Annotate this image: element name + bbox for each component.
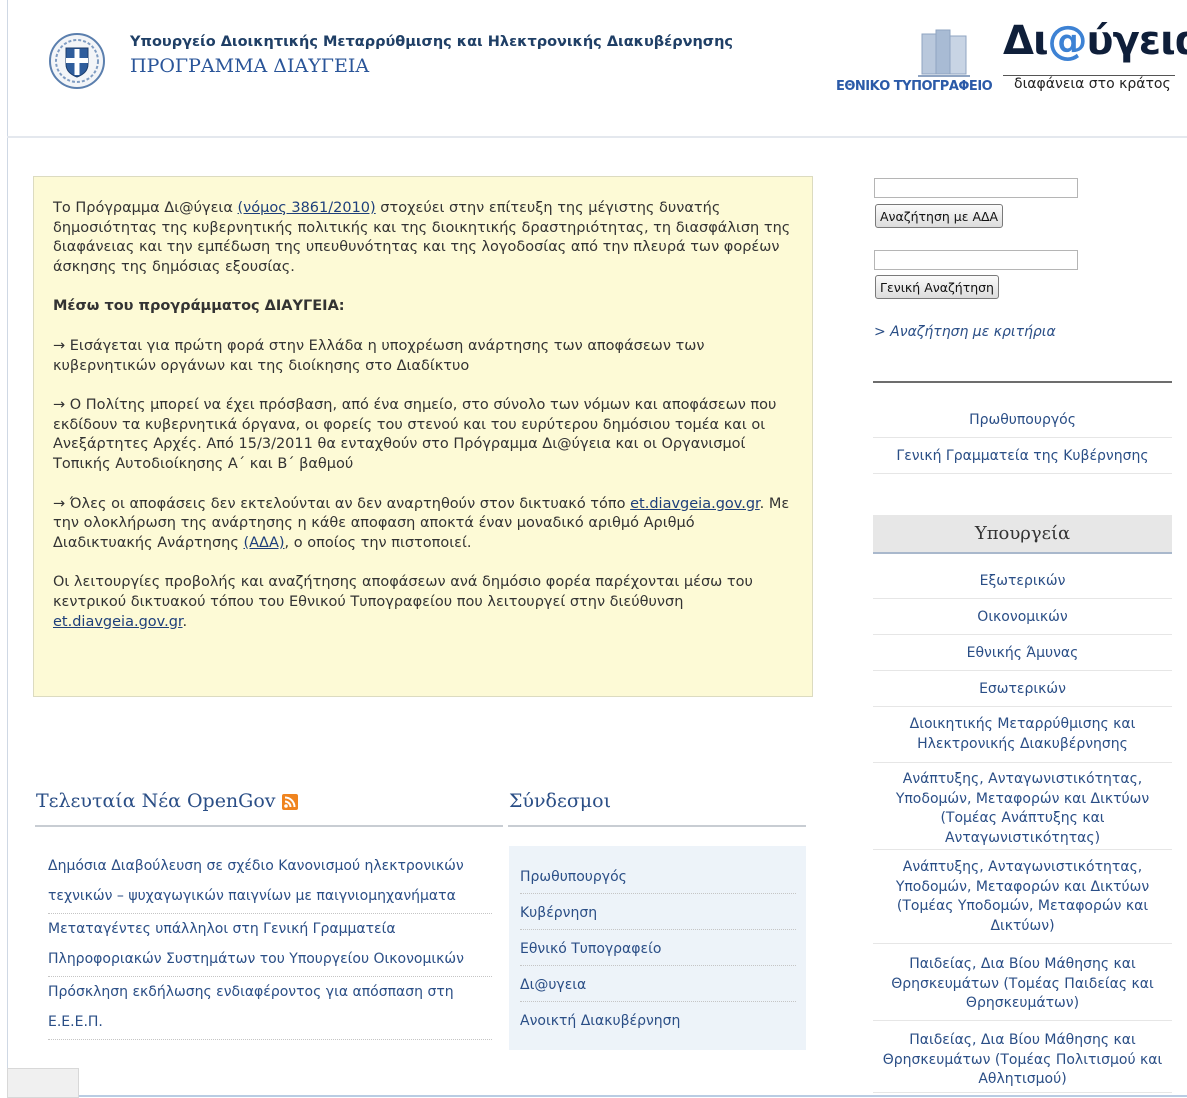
news-item[interactable]: Μεταταγέντες υπάλληλοι στη Γενική Γραμμα… xyxy=(48,914,492,977)
ministry-item[interactable]: Παιδείας, Δια Βίου Μάθησης και Θρησκευμά… xyxy=(873,1021,1172,1093)
ministry-item[interactable]: Διοικητικής Μεταρρύθμισης και Ηλεκτρονικ… xyxy=(873,707,1172,763)
closing-text: Οι λειτουργίες προβολής και αναζήτησης α… xyxy=(53,574,753,610)
top-links-list: Πρωθυπουργός Γενική Γραμματεία της Κυβέρ… xyxy=(873,402,1172,474)
site-header: Υπουργείο Διοικητικής Μεταρρύθμισης και … xyxy=(0,0,1187,137)
general-search-input[interactable] xyxy=(874,250,1078,270)
ministries-list: Εξωτερικών Οικονομικών Εθνικής Άμυνας Εσ… xyxy=(873,563,1172,1093)
intro-paragraph: Το Πρόγραμμα Δι@ύγεια (νόμος 3861/2010) … xyxy=(53,199,794,277)
link-item-diavgeia[interactable]: Δι@υγεια xyxy=(520,966,796,1002)
ada-search-input[interactable] xyxy=(874,178,1078,198)
link-item-open-government[interactable]: Ανοικτή Διακυβέρνηση xyxy=(520,1002,796,1038)
news-section-title: Τελευταία Νέα OpenGov xyxy=(36,790,298,812)
brand-suffix: ύγεια xyxy=(1086,18,1187,64)
ada-search-button[interactable]: Αναζήτηση με ΑΔΑ xyxy=(875,204,1004,228)
ada-link[interactable]: (ΑΔΑ) xyxy=(243,535,284,551)
ministry-item[interactable]: Εξωτερικών xyxy=(873,563,1172,599)
news-title-text: Τελευταία Νέα OpenGov xyxy=(36,790,276,812)
bottom-border xyxy=(79,1095,1187,1097)
bullet-paragraph: → Όλες οι αποφάσεις δεν εκτελούνται αν δ… xyxy=(53,495,794,554)
sidebar-item-prime-minister[interactable]: Πρωθυπουργός xyxy=(873,402,1172,438)
et-diavgeia-link[interactable]: et.diavgeia.gov.gr xyxy=(630,496,760,512)
ministry-item[interactable]: Εσωτερικών xyxy=(873,671,1172,707)
ministry-item[interactable]: Ανάπτυξης, Ανταγωνιστικότητας, Υποδομών,… xyxy=(873,763,1172,850)
news-list: Δημόσια Διαβούλευση σε σχέδιο Κανονισμού… xyxy=(48,851,492,1040)
sidebar-item-general-secretariat[interactable]: Γενική Γραμματεία της Κυβέρνησης xyxy=(873,438,1172,474)
rss-feed-icon[interactable] xyxy=(281,794,298,810)
ministries-heading: Υπουργεία xyxy=(873,515,1172,554)
law-link[interactable]: (νόμος 3861/2010) xyxy=(238,200,376,216)
link-item-prime-minister[interactable]: Πρωθυπουργός xyxy=(520,858,796,894)
brand-tagline: διαφάνεια στο κράτος xyxy=(1014,76,1171,92)
ministry-item[interactable]: Εθνικής Άμυνας xyxy=(873,635,1172,671)
intro-text: Το Πρόγραμμα Δι@ύγεια xyxy=(53,200,238,216)
ministry-item[interactable]: Οικονομικών xyxy=(873,599,1172,635)
closing-paragraph: Οι λειτουργίες προβολής και αναζήτησης α… xyxy=(53,573,794,632)
bullet-paragraph: → Εισάγεται για πρώτη φορά στην Ελλάδα η… xyxy=(53,337,705,374)
bullet-text: , ο οποίος την πιστοποιεί. xyxy=(284,534,472,551)
bottom-corner-tab xyxy=(7,1068,79,1098)
news-divider xyxy=(35,825,503,827)
diavgeia-logo[interactable]: Δι@ύγεια xyxy=(1003,18,1187,64)
header-divider xyxy=(7,136,1187,138)
program-heading: Μέσω του προγράμματος ΔΙΑΥΓΕΙΑ: xyxy=(53,298,345,315)
criteria-search-link[interactable]: > Αναζήτηση με κριτήρια xyxy=(874,324,1056,340)
books-logo-icon xyxy=(918,29,970,77)
et-diavgeia-link[interactable]: et.diavgeia.gov.gr xyxy=(53,614,183,630)
greek-coat-of-arms-icon xyxy=(49,33,105,89)
bullet-paragraph: → Ο Πολίτης μπορεί να έχει πρόσβαση, από… xyxy=(53,397,777,472)
news-item[interactable]: Δημόσια Διαβούλευση σε σχέδιο Κανονισμού… xyxy=(48,851,492,914)
links-section-title: Σύνδεσμοι xyxy=(509,790,612,812)
intro-box: Το Πρόγραμμα Δι@ύγεια (νόμος 3861/2010) … xyxy=(33,176,813,697)
brand-at-sign: @ xyxy=(1047,18,1088,64)
brand-prefix: Δι xyxy=(1003,18,1049,64)
links-list: Πρωθυπουργός Κυβέρνηση Εθνικό Τυπογραφεί… xyxy=(520,858,796,1038)
ministry-item[interactable]: Παιδείας, Δια Βίου Μάθησης και Θρησκευμά… xyxy=(873,944,1172,1021)
page-left-border xyxy=(7,0,8,1098)
program-title: ΠΡΟΓΡΑΜΜΑ ΔΙΑΥΓΕΙΑ xyxy=(130,55,370,77)
link-item-printing-office[interactable]: Εθνικό Τυπογραφείο xyxy=(520,930,796,966)
links-divider xyxy=(508,825,806,827)
link-item-government[interactable]: Κυβέρνηση xyxy=(520,894,796,930)
bullet-text: → Όλες οι αποφάσεις δεν εκτελούνται αν δ… xyxy=(53,495,631,512)
printing-office-label: ΕΘΝΙΚΟ ΤΥΠΟΓΡΑΦΕΙΟ xyxy=(836,79,993,94)
ministry-name: Υπουργείο Διοικητικής Μεταρρύθμισης και … xyxy=(130,34,733,50)
general-search-button[interactable]: Γενική Αναζήτηση xyxy=(875,275,999,299)
ministry-item[interactable]: Ανάπτυξης, Ανταγωνιστικότητας, Υποδομών,… xyxy=(873,850,1172,944)
news-item[interactable]: Πρόσκληση εκδήλωσης ενδιαφέροντος για απ… xyxy=(48,977,492,1040)
sidebar-divider xyxy=(873,381,1172,383)
closing-text: . xyxy=(182,613,188,630)
